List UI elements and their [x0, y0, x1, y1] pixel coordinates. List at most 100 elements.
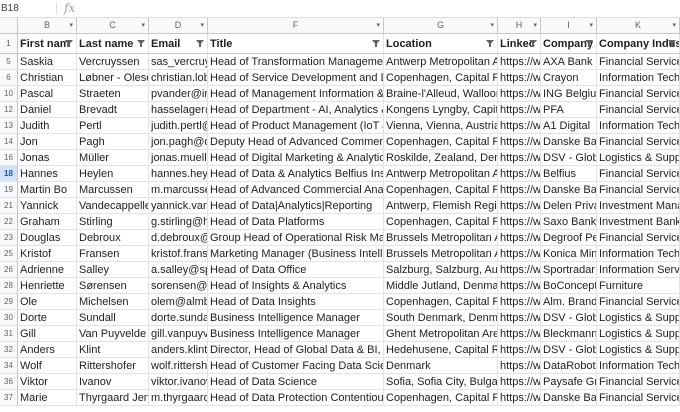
- table-cell[interactable]: Bleckmann: [541, 326, 597, 342]
- row-number[interactable]: 6: [0, 70, 18, 86]
- table-cell[interactable]: Van Puyvelde: [77, 326, 149, 342]
- table-cell[interactable]: Financial Services: [597, 134, 680, 150]
- column-menu-caret-icon[interactable]: ▾: [589, 18, 593, 33]
- table-cell[interactable]: Information Servic: [597, 262, 680, 278]
- header-cell[interactable]: Email: [149, 34, 208, 54]
- table-cell[interactable]: Copenhagen, Capital Regi: [384, 390, 498, 406]
- table-cell[interactable]: Alm. Brand: [541, 294, 597, 310]
- table-cell[interactable]: Hedehusene, Capital Regi: [384, 342, 498, 358]
- table-cell[interactable]: m.marcusser: [149, 182, 208, 198]
- table-cell[interactable]: Hannes: [18, 166, 77, 182]
- table-cell[interactable]: https://w: [498, 262, 541, 278]
- table-cell[interactable]: https://w: [498, 358, 541, 374]
- table-cell[interactable]: Marketing Manager (Business Intelligenc: [208, 246, 384, 262]
- table-cell[interactable]: https://w: [498, 374, 541, 390]
- row-number[interactable]: 29: [0, 294, 18, 310]
- table-cell[interactable]: olem@almbr: [149, 294, 208, 310]
- column-menu-caret-icon[interactable]: ▾: [69, 18, 73, 33]
- column-header-d[interactable]: D ▾: [149, 18, 208, 33]
- table-cell[interactable]: Furniture: [597, 278, 680, 294]
- table-cell[interactable]: DSV - Global: [541, 342, 597, 358]
- table-cell[interactable]: Financial Services: [597, 374, 680, 390]
- table-cell[interactable]: m.thyrgaard(: [149, 390, 208, 406]
- table-cell[interactable]: Financial Services: [597, 86, 680, 102]
- table-cell[interactable]: Jon: [18, 134, 77, 150]
- row-number[interactable]: 19: [0, 182, 18, 198]
- table-cell[interactable]: https://w: [498, 326, 541, 342]
- table-cell[interactable]: Vienna, Vienna, Austria: [384, 118, 498, 134]
- row-number[interactable]: 22: [0, 214, 18, 230]
- table-cell[interactable]: https://w: [498, 214, 541, 230]
- table-cell[interactable]: Michelsen: [77, 294, 149, 310]
- table-cell[interactable]: https://w: [498, 166, 541, 182]
- table-cell[interactable]: Financial Services: [597, 102, 680, 118]
- table-cell[interactable]: Thyrgaard Jense: [77, 390, 149, 406]
- table-cell[interactable]: Daniel: [18, 102, 77, 118]
- table-cell[interactable]: judith.pertl@: [149, 118, 208, 134]
- table-cell[interactable]: Roskilde, Zealand, Denma: [384, 150, 498, 166]
- row-number[interactable]: 34: [0, 358, 18, 374]
- table-cell[interactable]: Vandecappelle: [77, 198, 149, 214]
- table-cell[interactable]: Dorte: [18, 310, 77, 326]
- table-cell[interactable]: https://w: [498, 70, 541, 86]
- table-cell[interactable]: Ole: [18, 294, 77, 310]
- row-number[interactable]: 12: [0, 102, 18, 118]
- table-cell[interactable]: Braine-l'Alleud, Walloon R: [384, 86, 498, 102]
- table-cell[interactable]: Financial Services: [597, 166, 680, 182]
- column-menu-caret-icon[interactable]: ▾: [141, 18, 145, 33]
- header-cell[interactable]: Last name: [77, 34, 149, 54]
- header-cell[interactable]: Title: [208, 34, 384, 54]
- table-cell[interactable]: anders.klint@: [149, 342, 208, 358]
- table-cell[interactable]: Logistics & Supply: [597, 342, 680, 358]
- table-cell[interactable]: Head of Insights & Analytics: [208, 278, 384, 294]
- table-cell[interactable]: Financial Services: [597, 182, 680, 198]
- table-cell[interactable]: https://w: [498, 246, 541, 262]
- table-cell[interactable]: Delen Privat: [541, 198, 597, 214]
- table-cell[interactable]: Group Head of Operational Risk Manage: [208, 230, 384, 246]
- table-cell[interactable]: Business Intelligence Manager: [208, 326, 384, 342]
- header-cell[interactable]: Linkec: [498, 34, 541, 54]
- filter-icon[interactable]: [585, 40, 593, 47]
- table-cell[interactable]: Fransen: [77, 246, 149, 262]
- table-cell[interactable]: Logistics & Supply: [597, 150, 680, 166]
- table-cell[interactable]: Anders: [18, 342, 77, 358]
- filter-icon[interactable]: [196, 40, 204, 47]
- column-menu-caret-icon[interactable]: ▾: [533, 18, 537, 33]
- table-cell[interactable]: Investment Bankin: [597, 214, 680, 230]
- table-cell[interactable]: Brussels Metropolitan Are: [384, 246, 498, 262]
- row-number[interactable]: 30: [0, 310, 18, 326]
- table-cell[interactable]: Rittershofer: [77, 358, 149, 374]
- table-cell[interactable]: Saskia: [18, 54, 77, 70]
- table-cell[interactable]: sas_vercruys: [149, 54, 208, 70]
- row-number[interactable]: 18: [0, 166, 18, 182]
- table-cell[interactable]: Copenhagen, Capital Regi: [384, 294, 498, 310]
- table-cell[interactable]: https://w: [498, 54, 541, 70]
- table-cell[interactable]: Konica Mino: [541, 246, 597, 262]
- table-cell[interactable]: Financial Services: [597, 294, 680, 310]
- table-cell[interactable]: Ivanov: [77, 374, 149, 390]
- row-number[interactable]: 1: [0, 34, 18, 54]
- table-cell[interactable]: https://w: [498, 198, 541, 214]
- table-cell[interactable]: Head of Data|Analytics|Reporting: [208, 198, 384, 214]
- table-cell[interactable]: Jonas: [18, 150, 77, 166]
- column-menu-caret-icon[interactable]: ▾: [200, 18, 204, 33]
- column-header-f[interactable]: F ▾: [208, 18, 384, 33]
- table-cell[interactable]: https://w: [498, 342, 541, 358]
- table-cell[interactable]: Brevadt: [77, 102, 149, 118]
- table-cell[interactable]: Salley: [77, 262, 149, 278]
- table-cell[interactable]: viktor.ivanov: [149, 374, 208, 390]
- table-cell[interactable]: Salzburg, Salzburg, Austri: [384, 262, 498, 278]
- filter-icon[interactable]: [372, 40, 380, 47]
- header-cell[interactable]: Location: [384, 34, 498, 54]
- row-number[interactable]: 37: [0, 390, 18, 406]
- table-cell[interactable]: Middle Jutland, Denmark: [384, 278, 498, 294]
- table-cell[interactable]: Sundall: [77, 310, 149, 326]
- table-cell[interactable]: Pertl: [77, 118, 149, 134]
- table-cell[interactable]: ING Belgium: [541, 86, 597, 102]
- table-cell[interactable]: Pagh: [77, 134, 149, 150]
- table-cell[interactable]: Stirling: [77, 214, 149, 230]
- table-cell[interactable]: https://w: [498, 310, 541, 326]
- filter-icon[interactable]: [137, 40, 145, 47]
- table-cell[interactable]: Business Intelligence Manager: [208, 310, 384, 326]
- table-cell[interactable]: Head of Advanced Commercial Analytics: [208, 182, 384, 198]
